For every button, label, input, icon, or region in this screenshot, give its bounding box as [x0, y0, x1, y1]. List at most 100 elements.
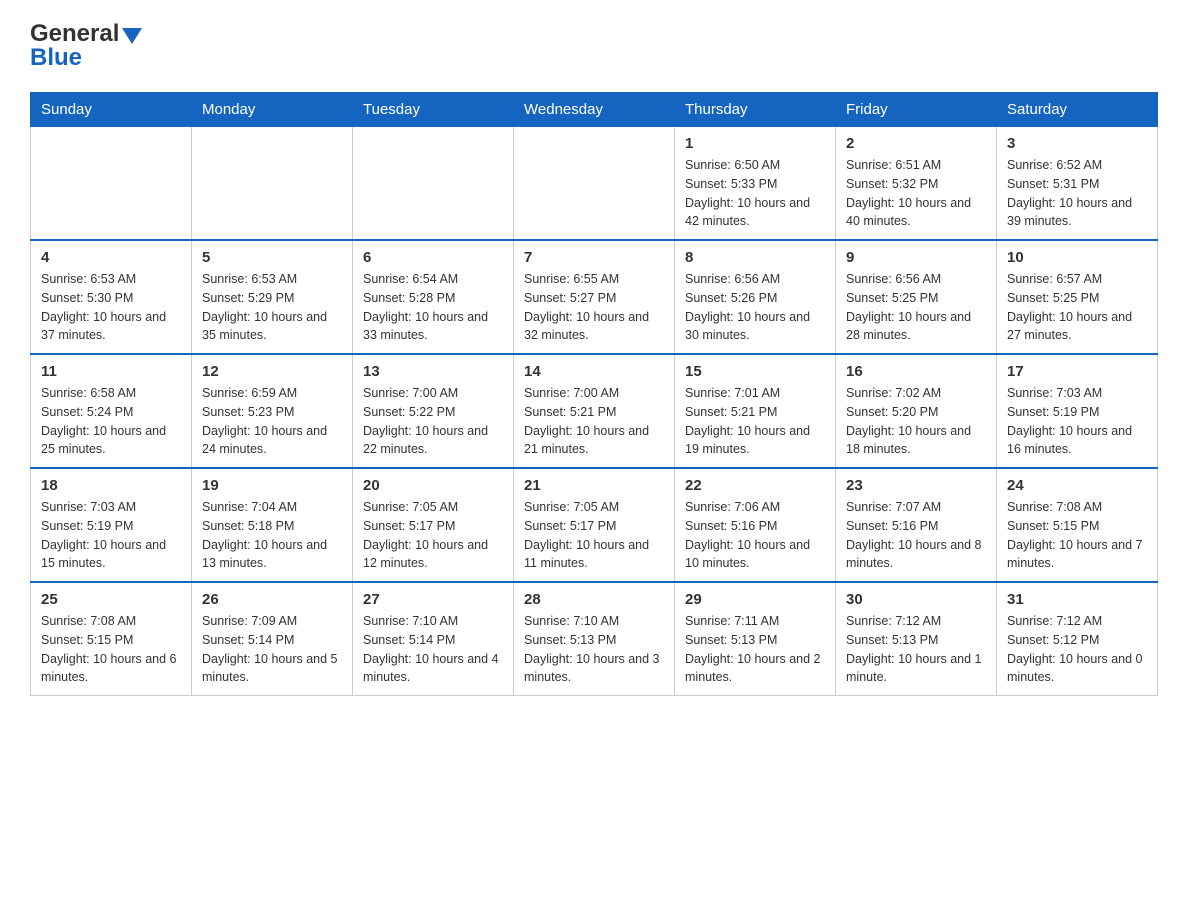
weekday-header-sunday: Sunday	[31, 93, 192, 127]
weekday-header-tuesday: Tuesday	[353, 93, 514, 127]
day-info: Sunrise: 7:08 AMSunset: 5:15 PMDaylight:…	[41, 612, 181, 687]
calendar-day: 24 Sunrise: 7:08 AMSunset: 5:15 PMDayligh…	[997, 468, 1158, 582]
day-number: 18	[41, 477, 181, 494]
calendar-day: 30 Sunrise: 7:12 AMSunset: 5:13 PMDayligh…	[836, 582, 997, 696]
calendar-day	[192, 127, 353, 241]
day-info: Sunrise: 6:55 AMSunset: 5:27 PMDaylight:…	[524, 270, 664, 345]
day-info: Sunrise: 6:53 AMSunset: 5:30 PMDaylight:…	[41, 270, 181, 345]
day-number: 25	[41, 591, 181, 608]
day-number: 28	[524, 591, 664, 608]
day-info: Sunrise: 6:50 AMSunset: 5:33 PMDaylight:…	[685, 156, 825, 231]
day-info: Sunrise: 7:01 AMSunset: 5:21 PMDaylight:…	[685, 384, 825, 459]
calendar-day: 15Sunrise: 7:01 AMSunset: 5:21 PMDayligh…	[675, 354, 836, 468]
day-info: Sunrise: 6:59 AMSunset: 5:23 PMDaylight:…	[202, 384, 342, 459]
day-info: Sunrise: 7:10 AMSunset: 5:14 PMDaylight:…	[363, 612, 503, 687]
calendar-day: 13 Sunrise: 7:00 AMSunset: 5:22 PMDayligh…	[353, 354, 514, 468]
day-info: Sunrise: 6:52 AMSunset: 5:31 PMDaylight:…	[1007, 156, 1147, 231]
calendar-day: 28Sunrise: 7:10 AMSunset: 5:13 PMDayligh…	[514, 582, 675, 696]
day-info: Sunrise: 7:11 AMSunset: 5:13 PMDaylight:…	[685, 612, 825, 687]
weekday-header-saturday: Saturday	[997, 93, 1158, 127]
day-number: 31	[1007, 591, 1147, 608]
day-info: Sunrise: 7:03 AMSunset: 5:19 PMDaylight:…	[1007, 384, 1147, 459]
calendar-day: 16Sunrise: 7:02 AMSunset: 5:20 PMDayligh…	[836, 354, 997, 468]
calendar-day: 3 Sunrise: 6:52 AMSunset: 5:31 PMDaylight…	[997, 127, 1158, 241]
day-number: 7	[524, 249, 664, 266]
calendar-week-3: 11 Sunrise: 6:58 AMSunset: 5:24 PMDayligh…	[31, 354, 1158, 468]
calendar-day: 8Sunrise: 6:56 AMSunset: 5:26 PMDaylight…	[675, 240, 836, 354]
day-number: 23	[846, 477, 986, 494]
day-info: Sunrise: 7:12 AMSunset: 5:13 PMDaylight:…	[846, 612, 986, 687]
day-number: 24	[1007, 477, 1147, 494]
calendar-day: 12 Sunrise: 6:59 AMSunset: 5:23 PMDayligh…	[192, 354, 353, 468]
day-number: 5	[202, 249, 342, 266]
day-number: 14	[524, 363, 664, 380]
calendar-day: 23 Sunrise: 7:07 AMSunset: 5:16 PMDayligh…	[836, 468, 997, 582]
day-number: 27	[363, 591, 503, 608]
calendar-day: 22 Sunrise: 7:06 AMSunset: 5:16 PMDayligh…	[675, 468, 836, 582]
day-info: Sunrise: 6:51 AMSunset: 5:32 PMDaylight:…	[846, 156, 986, 231]
logo-triangle-icon	[122, 28, 142, 44]
calendar-day: 11 Sunrise: 6:58 AMSunset: 5:24 PMDayligh…	[31, 354, 192, 468]
day-info: Sunrise: 6:56 AMSunset: 5:25 PMDaylight:…	[846, 270, 986, 345]
day-number: 16	[846, 363, 986, 380]
day-number: 11	[41, 363, 181, 380]
calendar-day: 19Sunrise: 7:04 AMSunset: 5:18 PMDayligh…	[192, 468, 353, 582]
calendar-day: 18 Sunrise: 7:03 AMSunset: 5:19 PMDayligh…	[31, 468, 192, 582]
day-info: Sunrise: 7:12 AMSunset: 5:12 PMDaylight:…	[1007, 612, 1147, 687]
calendar-day: 14 Sunrise: 7:00 AMSunset: 5:21 PMDayligh…	[514, 354, 675, 468]
calendar-day: 21 Sunrise: 7:05 AMSunset: 5:17 PMDayligh…	[514, 468, 675, 582]
day-number: 3	[1007, 135, 1147, 152]
day-number: 30	[846, 591, 986, 608]
day-info: Sunrise: 7:07 AMSunset: 5:16 PMDaylight:…	[846, 498, 986, 573]
weekday-header-monday: Monday	[192, 93, 353, 127]
day-info: Sunrise: 7:05 AMSunset: 5:17 PMDaylight:…	[524, 498, 664, 573]
calendar-day: 29Sunrise: 7:11 AMSunset: 5:13 PMDayligh…	[675, 582, 836, 696]
day-info: Sunrise: 7:09 AMSunset: 5:14 PMDaylight:…	[202, 612, 342, 687]
day-number: 9	[846, 249, 986, 266]
calendar-day	[31, 127, 192, 241]
calendar-day: 17 Sunrise: 7:03 AMSunset: 5:19 PMDayligh…	[997, 354, 1158, 468]
day-number: 8	[685, 249, 825, 266]
calendar-day: 25 Sunrise: 7:08 AMSunset: 5:15 PMDayligh…	[31, 582, 192, 696]
day-number: 12	[202, 363, 342, 380]
calendar-day	[353, 127, 514, 241]
calendar-header-row: SundayMondayTuesdayWednesdayThursdayFrid…	[31, 93, 1158, 127]
calendar-week-4: 18 Sunrise: 7:03 AMSunset: 5:19 PMDayligh…	[31, 468, 1158, 582]
day-info: Sunrise: 6:58 AMSunset: 5:24 PMDaylight:…	[41, 384, 181, 459]
day-number: 4	[41, 249, 181, 266]
calendar-table: SundayMondayTuesdayWednesdayThursdayFrid…	[30, 92, 1158, 696]
calendar-day: 10Sunrise: 6:57 AMSunset: 5:25 PMDayligh…	[997, 240, 1158, 354]
calendar-day: 4 Sunrise: 6:53 AMSunset: 5:30 PMDaylight…	[31, 240, 192, 354]
day-number: 6	[363, 249, 503, 266]
day-info: Sunrise: 7:03 AMSunset: 5:19 PMDaylight:…	[41, 498, 181, 573]
day-info: Sunrise: 7:00 AMSunset: 5:21 PMDaylight:…	[524, 384, 664, 459]
day-info: Sunrise: 6:53 AMSunset: 5:29 PMDaylight:…	[202, 270, 342, 345]
weekday-header-thursday: Thursday	[675, 93, 836, 127]
weekday-header-wednesday: Wednesday	[514, 93, 675, 127]
day-info: Sunrise: 7:00 AMSunset: 5:22 PMDaylight:…	[363, 384, 503, 459]
day-number: 21	[524, 477, 664, 494]
weekday-header-friday: Friday	[836, 93, 997, 127]
day-number: 2	[846, 135, 986, 152]
day-number: 26	[202, 591, 342, 608]
day-number: 20	[363, 477, 503, 494]
day-info: Sunrise: 7:04 AMSunset: 5:18 PMDaylight:…	[202, 498, 342, 573]
calendar-day: 2 Sunrise: 6:51 AMSunset: 5:32 PMDaylight…	[836, 127, 997, 241]
calendar-day: 26 Sunrise: 7:09 AMSunset: 5:14 PMDayligh…	[192, 582, 353, 696]
day-info: Sunrise: 7:08 AMSunset: 5:15 PMDaylight:…	[1007, 498, 1147, 573]
calendar-day: 1 Sunrise: 6:50 AMSunset: 5:33 PMDaylight…	[675, 127, 836, 241]
calendar-day: 27 Sunrise: 7:10 AMSunset: 5:14 PMDayligh…	[353, 582, 514, 696]
day-number: 17	[1007, 363, 1147, 380]
day-number: 1	[685, 135, 825, 152]
calendar-day	[514, 127, 675, 241]
calendar-week-2: 4 Sunrise: 6:53 AMSunset: 5:30 PMDaylight…	[31, 240, 1158, 354]
calendar-day: 31 Sunrise: 7:12 AMSunset: 5:12 PMDayligh…	[997, 582, 1158, 696]
calendar-week-5: 25 Sunrise: 7:08 AMSunset: 5:15 PMDayligh…	[31, 582, 1158, 696]
day-number: 22	[685, 477, 825, 494]
calendar-day: 9 Sunrise: 6:56 AMSunset: 5:25 PMDaylight…	[836, 240, 997, 354]
calendar-day: 20Sunrise: 7:05 AMSunset: 5:17 PMDayligh…	[353, 468, 514, 582]
day-number: 13	[363, 363, 503, 380]
day-info: Sunrise: 7:06 AMSunset: 5:16 PMDaylight:…	[685, 498, 825, 573]
day-info: Sunrise: 6:54 AMSunset: 5:28 PMDaylight:…	[363, 270, 503, 345]
calendar-day: 6 Sunrise: 6:54 AMSunset: 5:28 PMDaylight…	[353, 240, 514, 354]
